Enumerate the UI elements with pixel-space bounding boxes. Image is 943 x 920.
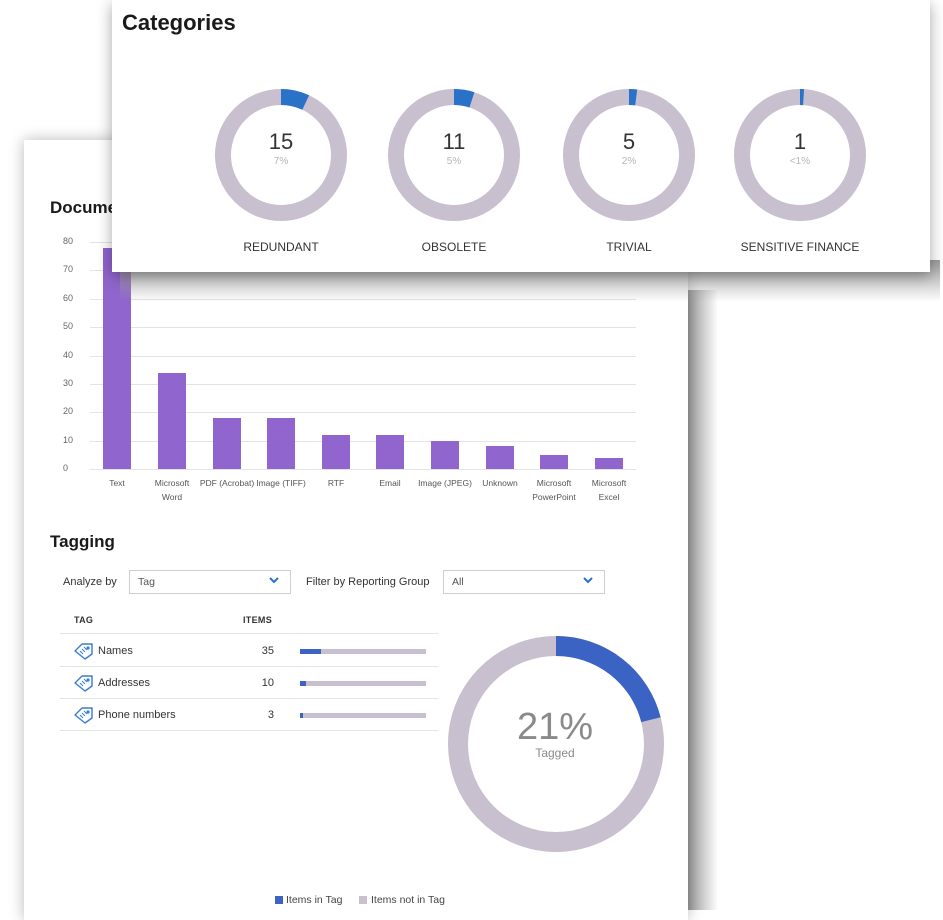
- category-card[interactable]: 11 5% OBSOLETE: [387, 88, 527, 268]
- filter-label: Filter by Reporting Group: [306, 576, 430, 588]
- category-card[interactable]: 1 <1% SENSITIVE FINANCE: [733, 88, 873, 268]
- tagging-title: Tagging: [50, 532, 115, 551]
- tag-progress-track: [300, 713, 426, 718]
- donut-track: [734, 89, 866, 221]
- bar[interactable]: [376, 435, 404, 469]
- tag-item-count: 10: [261, 677, 274, 689]
- chevron-down-icon: [583, 577, 593, 584]
- bar[interactable]: [486, 446, 514, 469]
- bar[interactable]: [213, 418, 241, 469]
- tag-item-count: 3: [267, 709, 274, 721]
- analyze-by-label: Analyze by: [63, 576, 117, 588]
- y-tick-label: 30: [63, 378, 74, 388]
- tag-progress-fill: [300, 649, 321, 654]
- tag-name: Addresses: [98, 677, 150, 689]
- tag-progress-fill: [300, 713, 303, 718]
- category-count: 15: [268, 129, 294, 154]
- y-tick-label: 20: [63, 406, 74, 416]
- row-divider: [60, 730, 438, 731]
- header-divider: [60, 633, 438, 634]
- donut-track: [388, 89, 520, 221]
- bar[interactable]: [322, 435, 350, 469]
- tagged-percent: 21%: [516, 706, 594, 748]
- y-tick-label: 80: [63, 236, 74, 246]
- y-tick-label: 40: [63, 350, 74, 360]
- reporting-group-select[interactable]: All: [443, 570, 605, 594]
- tag-progress-fill: [300, 681, 306, 686]
- category-donut: [215, 89, 347, 221]
- analyze-by-value: Tag: [138, 576, 155, 588]
- legend-items-in-tag: Items in Tag: [286, 894, 343, 906]
- donut-track: [563, 89, 695, 221]
- category-count: 11: [442, 129, 466, 154]
- categories-title: Categories: [122, 10, 236, 35]
- y-tick-label: 70: [63, 264, 74, 274]
- x-tick-label: PDF (Acrobat): [199, 478, 255, 488]
- tag-icon: [73, 706, 95, 724]
- tag-icon: [73, 642, 95, 660]
- bar[interactable]: [540, 455, 568, 469]
- category-card[interactable]: 5 2% TRIVIAL: [562, 88, 702, 268]
- chevron-down-icon: [269, 577, 279, 584]
- bar[interactable]: [431, 441, 459, 469]
- category-percent: 7%: [273, 156, 289, 167]
- gridline: [90, 327, 636, 328]
- x-tick-label: Image (JPEG): [418, 478, 472, 488]
- gridline: [90, 469, 636, 470]
- col-header-tag: TAG: [74, 615, 94, 625]
- category-count: 5: [622, 129, 636, 154]
- row-divider: [60, 698, 438, 699]
- y-tick-label: 60: [63, 293, 74, 303]
- y-tick-label: 0: [63, 463, 69, 473]
- bar[interactable]: [595, 458, 623, 469]
- x-tick-label: RTF: [327, 478, 345, 488]
- x-tick-label: Microsoft PowerPoint: [532, 478, 576, 502]
- tag-name: Phone numbers: [98, 709, 176, 721]
- tag-item-count: 35: [261, 645, 274, 657]
- x-tick-label: Unknown: [482, 478, 518, 488]
- category-donut: [388, 89, 520, 221]
- category-donut: [563, 89, 695, 221]
- x-tick-label: Microsoft Word: [154, 478, 190, 502]
- category-percent: 2%: [621, 156, 637, 167]
- row-divider: [60, 666, 438, 667]
- category-card[interactable]: 15 7% REDUNDANT: [214, 88, 354, 268]
- tag-icon: [73, 674, 95, 692]
- legend-swatch-out: [359, 896, 367, 904]
- tag-name: Names: [98, 645, 133, 657]
- tagged-label: Tagged: [535, 746, 575, 760]
- category-donut: [734, 89, 866, 221]
- legend-items-not-in-tag: Items not in Tag: [371, 894, 445, 906]
- category-count: 1: [793, 129, 807, 154]
- x-tick-label: Text: [109, 478, 125, 488]
- bar[interactable]: [158, 373, 186, 469]
- col-header-items: ITEMS: [243, 615, 273, 625]
- category-label: SENSITIVE FINANCE: [740, 240, 860, 254]
- x-tick-label: Microsoft Excel: [591, 478, 627, 502]
- categories-panel: Categories 15 7% REDUNDANT 11 5% OBSOLETE 5 2% T…: [112, 0, 930, 272]
- tag-progress-track: [300, 681, 426, 686]
- y-tick-label: 10: [63, 435, 74, 445]
- gridline: [90, 356, 636, 357]
- y-tick-label: 50: [63, 321, 74, 331]
- category-percent: 5%: [446, 156, 462, 167]
- x-tick-label: Image (TIFF): [256, 478, 306, 488]
- donut-track: [215, 89, 347, 221]
- x-tick-label: Email: [379, 478, 401, 488]
- reporting-group-value: All: [452, 576, 464, 588]
- legend-swatch-in: [275, 896, 283, 904]
- bar[interactable]: [267, 418, 295, 469]
- analyze-by-select[interactable]: Tag: [129, 570, 291, 594]
- category-percent: <1%: [789, 156, 811, 167]
- panel-shadow: [688, 290, 718, 910]
